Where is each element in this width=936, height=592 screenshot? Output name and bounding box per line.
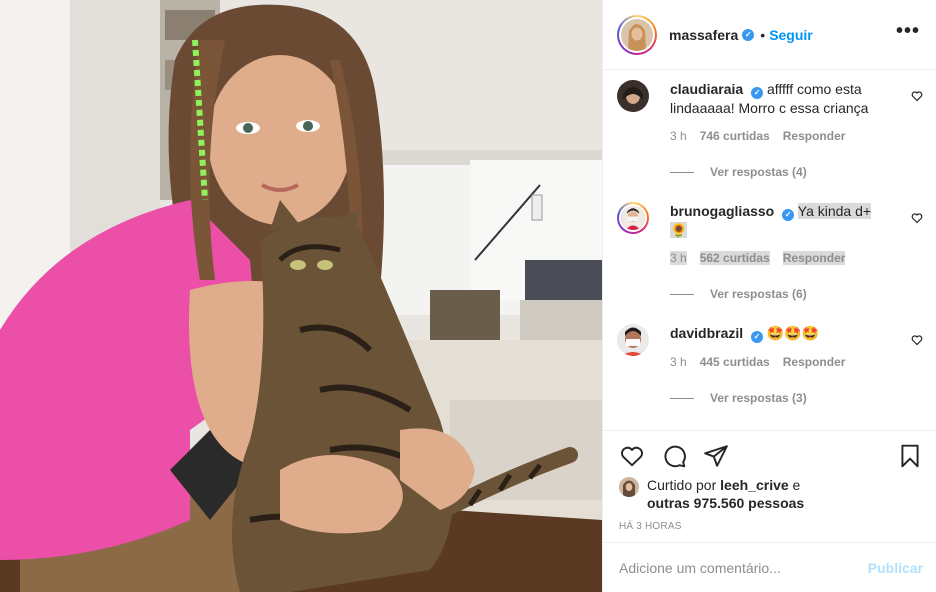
publish-button[interactable]: Publicar (868, 560, 923, 576)
view-replies-button[interactable]: Ver respostas (6) (670, 287, 923, 301)
action-icon-row (619, 443, 729, 469)
view-replies-button[interactable]: Ver respostas (4) (670, 165, 923, 179)
bookmark-icon[interactable] (897, 443, 923, 469)
post-sidebar: massafera ✓ • Seguir ••• claudiaraia ✓ a… (602, 0, 936, 592)
comment-heart-icon[interactable] (911, 90, 923, 102)
reply-button[interactable]: Responder (783, 355, 846, 369)
comment-text-block: davidbrazil ✓ 🤩🤩🤩 (670, 324, 890, 343)
comment-text-block: brunogagliasso ✓ Ya kinda d+ 🌻 (670, 202, 890, 239)
post-actions: Curtido por leeh_crive e outras 975.560 … (603, 430, 936, 542)
liker-avatar[interactable] (619, 477, 639, 497)
comment-meta: 3 h 445 curtidas Responder (670, 355, 923, 369)
verified-badge-icon: ✓ (751, 331, 764, 343)
commenter-avatar[interactable] (617, 80, 649, 112)
post-photo[interactable] (0, 0, 602, 592)
add-comment-bar: Publicar (603, 542, 936, 592)
comment-emoji: 🌻 (670, 222, 688, 238)
comment-input[interactable] (619, 559, 868, 576)
share-icon[interactable] (703, 443, 729, 469)
post-timestamp[interactable]: HÁ 3 HORAS (619, 521, 682, 532)
comments-list[interactable]: claudiaraia ✓ afffff como esta lindaaaaa… (603, 70, 936, 430)
comment-text: 🤩🤩🤩 (766, 325, 820, 341)
comment-likes[interactable]: 746 curtidas (700, 129, 770, 143)
view-replies-button[interactable]: Ver respostas (3) (670, 391, 923, 405)
replies-divider (670, 171, 694, 173)
post-header: massafera ✓ • Seguir ••• (603, 0, 936, 70)
comment-item: davidbrazil ✓ 🤩🤩🤩 3 h 445 curtidas Respo… (617, 324, 923, 405)
likes-prefix: Curtido por (647, 477, 717, 493)
replies-divider (670, 293, 694, 295)
comment-text: Ya kinda d+ (797, 203, 872, 219)
comment-username[interactable]: brunogagliasso (670, 203, 774, 219)
reply-button[interactable]: Responder (783, 129, 846, 143)
liker-username[interactable]: leeh_crive (720, 477, 789, 493)
author-avatar-image (621, 18, 653, 51)
heart-icon[interactable] (619, 443, 645, 469)
likes-summary: Curtido por leeh_crive e outras 975.560 … (619, 476, 804, 512)
reply-button[interactable]: Responder (782, 251, 846, 265)
verified-badge-icon: ✓ (782, 209, 795, 221)
comment-username[interactable]: davidbrazil (670, 325, 743, 341)
verified-badge-icon: ✓ (742, 28, 755, 41)
commenter-avatar-image (619, 204, 647, 232)
comment-icon[interactable] (661, 443, 687, 469)
commenter-avatar[interactable] (617, 324, 649, 356)
comment-heart-icon[interactable] (911, 334, 923, 346)
likes-text: Curtido por leeh_crive e outras 975.560 … (647, 476, 804, 512)
verified-badge-icon: ✓ (751, 87, 764, 99)
view-replies-label: Ver respostas (3) (710, 391, 807, 405)
comment-time[interactable]: 3 h (670, 251, 687, 265)
separator-dot: • (760, 26, 766, 43)
comment-item: claudiaraia ✓ afffff como esta lindaaaaa… (617, 80, 923, 179)
likes-others-link[interactable]: outras 975.560 pessoas (647, 495, 804, 511)
likes-joiner: e (792, 477, 801, 493)
comment-meta: 3 h 746 curtidas Responder (670, 129, 923, 143)
commenter-avatar[interactable] (617, 202, 649, 234)
comment-meta: 3 h 562 curtidas Responder (670, 251, 923, 265)
comment-likes[interactable]: 562 curtidas (699, 251, 770, 265)
replies-divider (670, 397, 694, 399)
comment-time[interactable]: 3 h (670, 129, 687, 143)
more-icon[interactable]: ••• (896, 21, 920, 41)
view-replies-label: Ver respostas (6) (710, 287, 807, 301)
comment-heart-icon[interactable] (911, 212, 923, 224)
follow-button[interactable]: Seguir (769, 27, 813, 43)
comment-item: brunogagliasso ✓ Ya kinda d+ 🌻 3 h 562 c… (617, 202, 923, 301)
comment-time[interactable]: 3 h (670, 355, 687, 369)
author-avatar[interactable] (617, 14, 657, 55)
photo-girl-with-cat (0, 0, 602, 592)
view-replies-label: Ver respostas (4) (710, 165, 807, 179)
author-username[interactable]: massafera (669, 27, 738, 43)
comment-text-block: claudiaraia ✓ afffff como esta lindaaaaa… (670, 80, 890, 117)
comment-username[interactable]: claudiaraia (670, 81, 743, 97)
comment-likes[interactable]: 445 curtidas (700, 355, 770, 369)
